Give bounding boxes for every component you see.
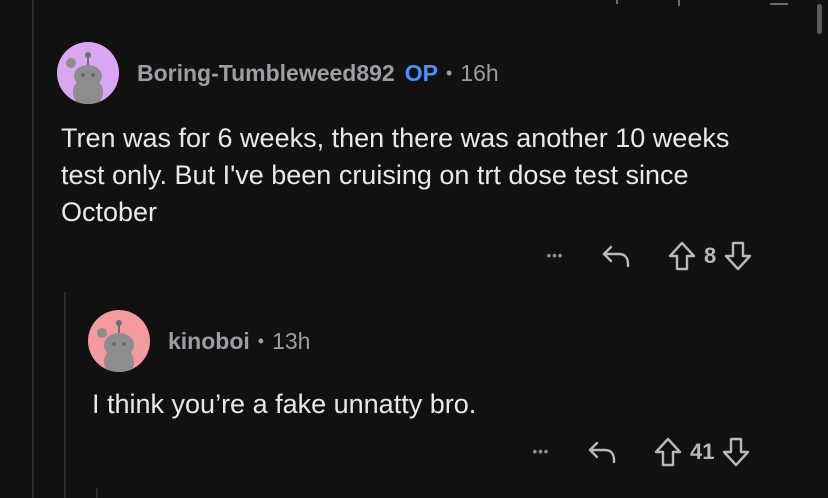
thread-line-inner[interactable]: [64, 292, 66, 498]
comment-reply: kinoboi • 13h I think you’re a fake unna…: [88, 310, 768, 423]
avatar[interactable]: [57, 42, 119, 104]
downvote-arrow-icon: [725, 241, 752, 271]
username[interactable]: Boring-Tumbleweed892: [137, 60, 395, 87]
reply-button[interactable]: [596, 242, 636, 270]
meta-separator: •: [257, 330, 265, 351]
vote-score: 41: [690, 439, 715, 464]
more-options-button[interactable]: •••: [524, 445, 558, 458]
top-cutoff-icon-3: [770, 0, 788, 5]
top-cutoff-icon: [678, 0, 680, 6]
vote-score: 8: [704, 243, 717, 268]
reply-button[interactable]: [582, 438, 622, 466]
meta-separator: •: [445, 62, 453, 83]
reply-icon: [588, 441, 616, 464]
top-cutoff-icon-2: [616, 0, 618, 4]
upvote-arrow-icon: [668, 241, 696, 271]
more-options-button[interactable]: •••: [538, 249, 572, 262]
snoo-avatar-icon: [66, 52, 103, 104]
comment-op: Boring-Tumbleweed892 OP • 16h Tren was f…: [57, 42, 757, 231]
downvote-button[interactable]: [718, 436, 754, 468]
comment-body: Tren was for 6 weeks, then there was ano…: [61, 123, 730, 227]
thread-line-outer[interactable]: [32, 0, 34, 498]
comment-actions: ••• 41: [524, 436, 754, 468]
username[interactable]: kinoboi: [168, 328, 250, 355]
avatar[interactable]: [88, 310, 150, 372]
upvote-arrow-icon: [654, 437, 682, 467]
comment-header: Boring-Tumbleweed892 OP • 16h: [57, 42, 757, 104]
timestamp: 16h: [460, 59, 499, 86]
snoo-avatar-icon: [97, 320, 134, 372]
thread-line-nested: [96, 488, 98, 498]
upvote-button[interactable]: [664, 240, 700, 272]
timestamp: 13h: [272, 327, 311, 354]
upvote-button[interactable]: [650, 436, 686, 468]
downvote-button[interactable]: [720, 240, 756, 272]
downvote-arrow-icon: [723, 437, 750, 467]
comment-header: kinoboi • 13h: [88, 310, 768, 372]
comment-body: I think you’re a fake unnatty bro.: [92, 389, 477, 419]
op-badge: OP: [404, 59, 438, 86]
reply-icon: [602, 245, 630, 268]
comment-actions: ••• 8: [538, 240, 756, 272]
scrollbar[interactable]: [817, 4, 822, 34]
